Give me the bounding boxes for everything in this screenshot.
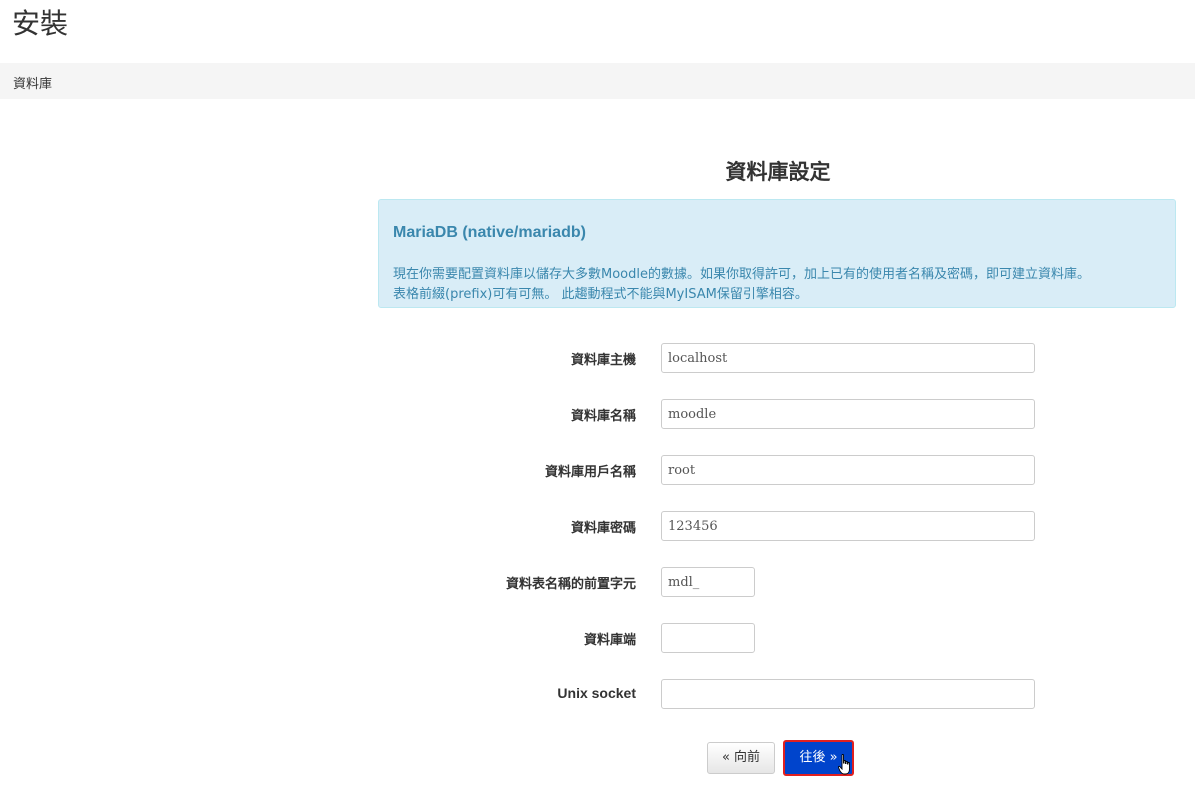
info-text-line2: 表格前綴(prefix)可有可無。 此趨動程式不能與MyISAM保留引擎相容。	[393, 287, 808, 302]
info-text-line1: 現在你需要配置資料庫以儲存大多數Moodle的數據。如果你取得許可，加上已有的使…	[393, 267, 1090, 282]
form-row-dbpass: 資料庫密碼	[378, 511, 1178, 541]
prefix-input[interactable]	[661, 567, 755, 597]
dbsocket-label: Unix socket	[557, 685, 636, 701]
form-row-dbhost: 資料庫主機	[378, 343, 1178, 373]
dbport-input[interactable]	[661, 623, 755, 653]
prefix-label: 資料表名稱的前置字元	[505, 577, 636, 592]
form-row-dbport: 資料庫端	[378, 623, 1178, 653]
info-box: MariaDB (native/mariadb) 現在你需要配置資料庫以儲存大多…	[378, 199, 1176, 308]
breadcrumb: 資料庫	[0, 63, 1195, 99]
dbhost-input[interactable]	[661, 343, 1035, 373]
dbuser-label: 資料庫用戶名稱	[544, 465, 636, 480]
page-title: 安裝	[12, 7, 69, 40]
previous-button[interactable]: « 向前	[707, 742, 775, 774]
dbpass-label: 資料庫密碼	[570, 521, 636, 536]
dbsocket-input[interactable]	[661, 679, 1035, 709]
dbuser-input[interactable]	[661, 455, 1035, 485]
section-title: 資料庫設定	[725, 159, 831, 184]
form-row-dbuser: 資料庫用戶名稱	[378, 455, 1178, 485]
info-title: MariaDB (native/mariadb)	[393, 224, 586, 241]
form-row-dbname: 資料庫名稱	[378, 399, 1178, 429]
dbpass-input[interactable]	[661, 511, 1035, 541]
hand-cursor-icon	[838, 754, 850, 775]
dbname-input[interactable]	[661, 399, 1035, 429]
dbhost-label: 資料庫主機	[570, 353, 636, 368]
dbname-label: 資料庫名稱	[570, 409, 636, 424]
form-row-prefix: 資料表名稱的前置字元	[378, 567, 1178, 597]
dbport-label: 資料庫端	[583, 633, 636, 648]
form-row-dbsocket: Unix socket	[378, 679, 1178, 709]
breadcrumb-item-database: 資料庫	[13, 77, 53, 92]
